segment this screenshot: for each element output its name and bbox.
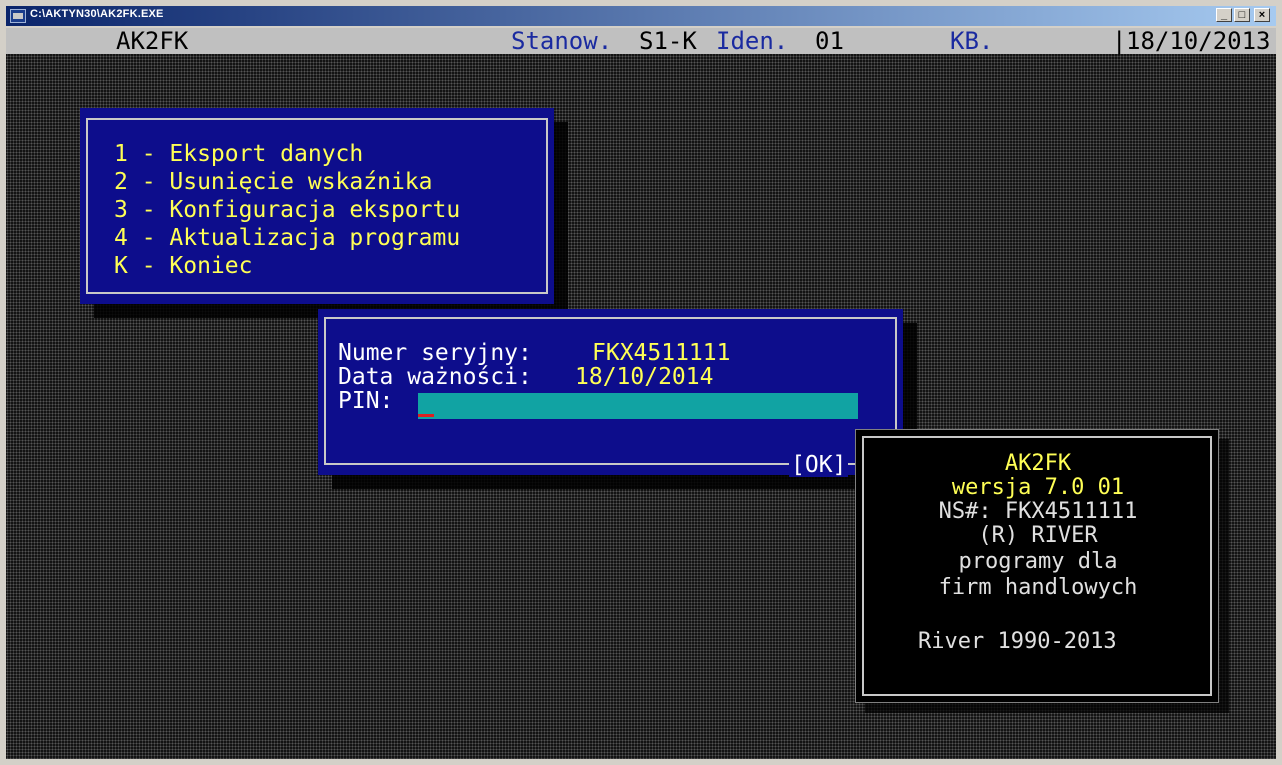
- menu-item-usuniecie[interactable]: 2 - Usunięcie wskaźnika: [114, 170, 433, 194]
- status-app-name: AK2FK: [116, 28, 189, 55]
- status-iden-label: Iden.: [716, 28, 789, 55]
- status-bar: AK2FK Stanow. S1-K Iden. 01 KB. | 18/10/…: [6, 28, 1276, 54]
- title-bar[interactable]: C:\AKTYN30\AK2FK.EXE _ □ ×: [6, 6, 1276, 26]
- minimize-button[interactable]: _: [1216, 8, 1232, 22]
- about-app-name: AK2FK: [1004, 451, 1072, 476]
- console-area: AK2FK Stanow. S1-K Iden. 01 KB. | 18/10/…: [6, 28, 1276, 759]
- status-stanow-label: Stanow.: [511, 28, 613, 55]
- serial-number-label: Numer seryjny:: [338, 340, 532, 366]
- serial-number-value: FKX4511111: [592, 340, 731, 366]
- status-separator: |: [1112, 28, 1127, 55]
- window-title: C:\AKTYN30\AK2FK.EXE: [30, 8, 164, 20]
- maximize-button[interactable]: □: [1234, 8, 1250, 22]
- pin-label: PIN:: [338, 388, 394, 414]
- about-registered: (R) RIVER: [978, 523, 1098, 548]
- pin-input[interactable]: [418, 393, 858, 419]
- status-date: 18/10/2013: [1126, 28, 1271, 55]
- menu-item-koniec[interactable]: K - Koniec: [114, 254, 252, 278]
- text-cursor: [418, 414, 434, 417]
- about-box: AK2FK wersja 7.0 01 NS#: FKX4511111 (R) …: [855, 429, 1219, 703]
- about-copyright: River 1990-2013: [918, 629, 1117, 654]
- serial-dialog: Numer seryjny: FKX4511111 Data ważności:…: [318, 309, 903, 477]
- close-button[interactable]: ×: [1254, 8, 1270, 22]
- about-version: wersja 7.0 01: [951, 475, 1125, 500]
- menu-item-konfiguracja[interactable]: 3 - Konfiguracja eksportu: [114, 198, 460, 222]
- about-tagline-2: firm handlowych: [938, 575, 1138, 600]
- status-iden-value: 01: [815, 28, 844, 55]
- status-user: KB.: [950, 28, 994, 55]
- expiry-date-value: 18/10/2014: [575, 364, 714, 390]
- expiry-date-label: Data ważności:: [338, 364, 532, 390]
- main-menu: 1 - Eksport danych 2 - Usunięcie wskaźni…: [80, 108, 554, 304]
- menu-item-aktualizacja[interactable]: 4 - Aktualizacja programu: [114, 226, 460, 250]
- console-window: C:\AKTYN30\AK2FK.EXE _ □ × AK2FK Stanow.…: [0, 0, 1282, 765]
- ok-button[interactable]: [OK]: [789, 453, 849, 477]
- about-serial: NS#: FKX4511111: [938, 499, 1138, 524]
- console-app-icon[interactable]: [10, 9, 26, 23]
- about-tagline-1: programy dla: [958, 549, 1118, 574]
- menu-item-eksport[interactable]: 1 - Eksport danych: [114, 142, 363, 166]
- status-stanow-value: S1-K: [639, 28, 697, 55]
